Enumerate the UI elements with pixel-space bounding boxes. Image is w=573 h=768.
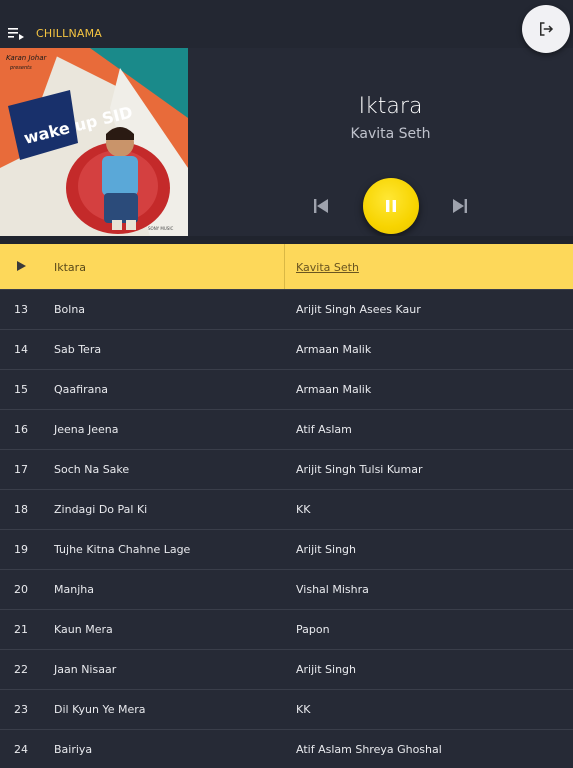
next-track-icon[interactable] (450, 196, 470, 216)
track-title: Jaan Nisaar (54, 663, 117, 676)
track-number: 24 (14, 743, 28, 756)
track-row-active[interactable]: Iktara Kavita Seth (0, 244, 573, 290)
track-list: Iktara Kavita Seth 13 Bolna Arijit Singh… (0, 244, 573, 768)
track-title: Soch Na Sake (54, 463, 130, 476)
track-number: 16 (14, 423, 28, 436)
now-playing-artist: Kavita Seth (350, 126, 431, 142)
player-panel: wake up SID Karan Johar presents SONY MU… (0, 48, 573, 236)
track-row[interactable]: 20 Manjha Vishal Mishra (0, 570, 573, 610)
queue-menu-icon[interactable] (8, 26, 24, 40)
track-artist: Papon (296, 623, 330, 636)
track-number: 15 (14, 383, 28, 396)
album-cover: wake up SID Karan Johar presents SONY MU… (0, 48, 188, 236)
track-number: 18 (14, 503, 28, 516)
track-artist: KK (296, 703, 311, 716)
track-title: Jeena Jeena (54, 423, 119, 436)
track-artist: Armaan Malik (296, 383, 372, 396)
track-artist: Arijit Singh Asees Kaur (296, 303, 421, 316)
track-title: Tujhe Kitna Chahne Lage (54, 543, 191, 556)
track-number: 21 (14, 623, 28, 636)
track-artist: Armaan Malik (296, 343, 372, 356)
track-row[interactable]: 24 Bairiya Atif Aslam Shreya Ghoshal (0, 730, 573, 768)
seek-bar[interactable] (0, 236, 573, 244)
track-number: 17 (14, 463, 28, 476)
cover-presenter: Karan Johar (6, 54, 48, 62)
track-artist: Vishal Mishra (296, 583, 369, 596)
track-artist: Arijit Singh (296, 543, 356, 556)
top-bar: CHILLNAMA (0, 0, 573, 48)
track-row[interactable]: 14 Sab Tera Armaan Malik (0, 330, 573, 370)
track-artist: KK (296, 503, 311, 516)
column-divider (284, 244, 285, 289)
previous-track-icon[interactable] (311, 196, 331, 216)
app-title: CHILLNAMA (36, 27, 103, 40)
track-title: Manjha (54, 583, 94, 596)
track-title: Zindagi Do Pal Ki (54, 503, 148, 516)
track-title: Qaafirana (54, 383, 109, 396)
cover-label: SONY MUSIC (148, 226, 173, 231)
track-title: Iktara (54, 261, 86, 274)
track-number: 20 (14, 583, 28, 596)
track-artist: Atif Aslam (296, 423, 352, 436)
track-number: 22 (14, 663, 28, 676)
track-row[interactable]: 16 Jeena Jeena Atif Aslam (0, 410, 573, 450)
track-title: Kaun Mera (54, 623, 113, 636)
app: CHILLNAMA wake up SID Karan Johar presen… (0, 0, 573, 768)
track-artist: Arijit Singh (296, 663, 356, 676)
track-row[interactable]: 17 Soch Na Sake Arijit Singh Tulsi Kumar (0, 450, 573, 490)
pause-button[interactable] (363, 178, 419, 234)
album-art-image: wake up SID Karan Johar presents SONY MU… (0, 48, 188, 236)
track-title: Bairiya (54, 743, 93, 756)
track-artist: Atif Aslam Shreya Ghoshal (296, 743, 442, 756)
track-number: 23 (14, 703, 28, 716)
track-artist: Arijit Singh Tulsi Kumar (296, 463, 423, 476)
track-title: Sab Tera (54, 343, 102, 356)
playing-indicator-icon (17, 261, 26, 271)
track-row[interactable]: 19 Tujhe Kitna Chahne Lage Arijit Singh (0, 530, 573, 570)
cover-presents: presents (9, 65, 32, 71)
track-title: Bolna (54, 303, 86, 316)
track-row[interactable]: 15 Qaafirana Armaan Malik (0, 370, 573, 410)
logout-icon (540, 22, 554, 36)
track-row[interactable]: 22 Jaan Nisaar Arijit Singh (0, 650, 573, 690)
logout-button[interactable] (522, 5, 570, 53)
pause-icon (386, 200, 396, 212)
track-row[interactable]: 18 Zindagi Do Pal Ki KK (0, 490, 573, 530)
track-artist-link[interactable]: Kavita Seth (296, 261, 359, 274)
track-row[interactable]: 13 Bolna Arijit Singh Asees Kaur (0, 290, 573, 330)
track-number: 19 (14, 543, 28, 556)
track-number: 13 (14, 303, 28, 316)
track-number: 14 (14, 343, 28, 356)
now-playing-title: Iktara (358, 94, 423, 119)
track-row[interactable]: 21 Kaun Mera Papon (0, 610, 573, 650)
track-title: Dil Kyun Ye Mera (54, 703, 146, 716)
track-row[interactable]: 23 Dil Kyun Ye Mera KK (0, 690, 573, 730)
